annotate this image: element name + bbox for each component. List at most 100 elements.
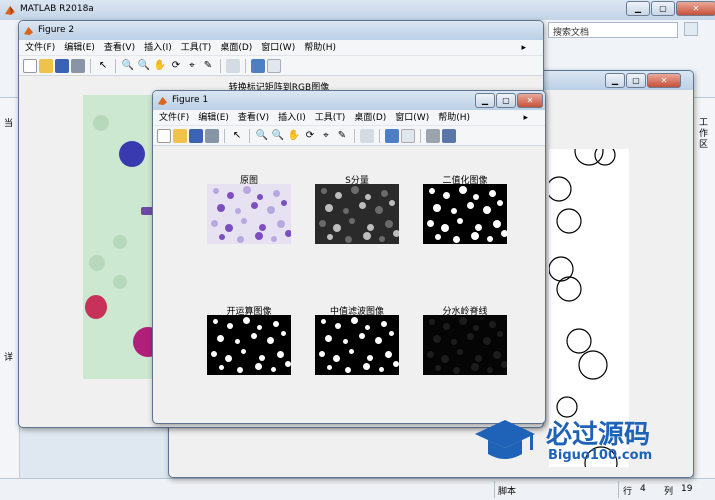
menu-item[interactable]: 工具(T) [315, 110, 346, 125]
menu-item[interactable]: 帮助(H) [304, 40, 336, 55]
colorbar-icon[interactable] [251, 58, 265, 73]
binary-image[interactable] [423, 184, 507, 244]
cell-blob [363, 363, 370, 370]
menu-item[interactable]: 帮助(H) [438, 110, 470, 125]
pointer-icon[interactable]: ↖ [96, 59, 110, 73]
menu-item[interactable]: 查看(V) [104, 40, 135, 55]
cell-blob [359, 333, 365, 339]
cell-blob [255, 232, 263, 240]
minimize-button[interactable]: ▁ [626, 1, 650, 16]
rotate-icon[interactable]: ⟳ [169, 59, 183, 73]
open-icon[interactable] [39, 58, 53, 73]
cell-blob [235, 208, 241, 214]
open-icon[interactable] [173, 128, 187, 143]
menu-item[interactable]: 文件(F) [159, 110, 189, 125]
cell-blob [483, 337, 491, 345]
print-icon[interactable] [71, 58, 85, 73]
watershed-ridge-image[interactable] [423, 315, 507, 375]
cell-blob [285, 361, 291, 367]
new-figure-icon[interactable] [157, 128, 171, 143]
cell-blob [267, 206, 275, 214]
cell-blob [243, 186, 251, 194]
cell-blob [471, 363, 479, 371]
menu-item[interactable]: 窗口(W) [395, 110, 429, 125]
zoom-out-icon[interactable]: 🔍 [271, 129, 285, 143]
menu-item[interactable]: 查看(V) [238, 110, 269, 125]
s-channel-image[interactable] [315, 184, 399, 244]
cell-blob [497, 331, 503, 337]
cell-blob [393, 230, 399, 237]
cell-blob [277, 220, 285, 228]
menu-chevron-icon[interactable]: ▸ [521, 40, 526, 56]
menu-item[interactable]: 窗口(W) [261, 40, 295, 55]
save-icon[interactable] [189, 128, 203, 143]
figure1-window[interactable]: Figure 1 ▁ ▢ ✕ 文件(F) 编辑(E) 查看(V) 插入(I) 工具(T)… [152, 90, 546, 424]
data-cursor-icon[interactable]: ⌖ [319, 129, 333, 143]
cell-blob [497, 200, 503, 206]
print-icon[interactable] [205, 128, 219, 143]
new-figure-icon[interactable] [23, 58, 37, 73]
cell-blob [363, 232, 371, 240]
colorbar-icon[interactable] [385, 128, 399, 143]
cell-blob [385, 220, 393, 228]
status-col-label: 列 [664, 487, 674, 497]
details-tab[interactable]: 详 [4, 350, 13, 363]
pointer-icon[interactable]: ↖ [230, 129, 244, 143]
zoom-out-icon[interactable]: 🔍 [137, 59, 151, 73]
dock-icon[interactable] [442, 128, 456, 143]
figure1-titlebar: Figure 1 ▁ ▢ ✕ [153, 91, 545, 110]
legend-icon[interactable] [401, 128, 415, 143]
workspace-label[interactable]: 工作区 [699, 118, 711, 151]
menu-item[interactable]: 插入(I) [278, 110, 306, 125]
maximize-button[interactable]: ▢ [651, 1, 675, 16]
figure1-close-button[interactable]: ✕ [517, 93, 543, 108]
figure3-minimize-button[interactable]: ▁ [605, 73, 625, 88]
figure1-minimize-button[interactable]: ▁ [475, 93, 495, 108]
figure3-close-button[interactable]: ✕ [647, 73, 681, 88]
rotate-icon[interactable]: ⟳ [303, 129, 317, 143]
brush-icon[interactable]: ✎ [335, 129, 349, 143]
pan-icon[interactable]: ✋ [287, 129, 301, 143]
figure1-maximize-button[interactable]: ▢ [496, 93, 516, 108]
cell-blob [211, 351, 217, 357]
menu-item[interactable]: 工具(T) [181, 40, 212, 55]
menu-item[interactable]: 插入(I) [144, 40, 172, 55]
menu-chevron-icon[interactable]: ▸ [523, 110, 528, 126]
median-filter-image[interactable] [315, 315, 399, 375]
save-icon[interactable] [55, 58, 69, 73]
search-input[interactable]: 搜索文档 [548, 22, 678, 38]
cell-blob [321, 319, 326, 324]
cell-blob [429, 319, 435, 325]
current-folder-tab[interactable]: 当 [4, 116, 13, 129]
cell-blob [327, 234, 333, 240]
cell-blob [343, 208, 349, 214]
workspace-panel: 工作区 [693, 98, 715, 478]
menu-item[interactable]: 文件(F) [25, 40, 55, 55]
link-icon[interactable] [226, 58, 240, 73]
cell-blob [443, 323, 450, 330]
opening-image[interactable] [207, 315, 291, 375]
brush-icon[interactable]: ✎ [201, 59, 215, 73]
figure3-maximize-button[interactable]: ▢ [626, 73, 646, 88]
cell-blob [259, 224, 266, 231]
zoom-in-icon[interactable]: 🔍 [121, 59, 135, 73]
menu-item[interactable]: 桌面(D) [220, 40, 252, 55]
cell-blob [319, 220, 326, 227]
search-icon[interactable] [684, 22, 698, 36]
link-icon[interactable] [360, 128, 374, 143]
hide-tools-icon[interactable] [426, 128, 440, 143]
menu-item[interactable]: 桌面(D) [354, 110, 386, 125]
menu-item[interactable]: 编辑(E) [198, 110, 229, 125]
menu-item[interactable]: 编辑(E) [64, 40, 95, 55]
figure2-toolbar: ↖ 🔍 🔍 ✋ ⟳ ⌖ ✎ [19, 56, 543, 76]
pan-icon[interactable]: ✋ [153, 59, 167, 73]
data-cursor-icon[interactable]: ⌖ [185, 59, 199, 73]
close-button[interactable]: ✕ [676, 1, 715, 16]
cell-blob [257, 325, 262, 330]
cell-blob [325, 204, 333, 212]
status-row: 4 [640, 484, 646, 494]
original-image[interactable] [207, 184, 291, 244]
legend-icon[interactable] [267, 58, 281, 73]
zoom-in-icon[interactable]: 🔍 [255, 129, 269, 143]
cell-blob [487, 367, 493, 373]
